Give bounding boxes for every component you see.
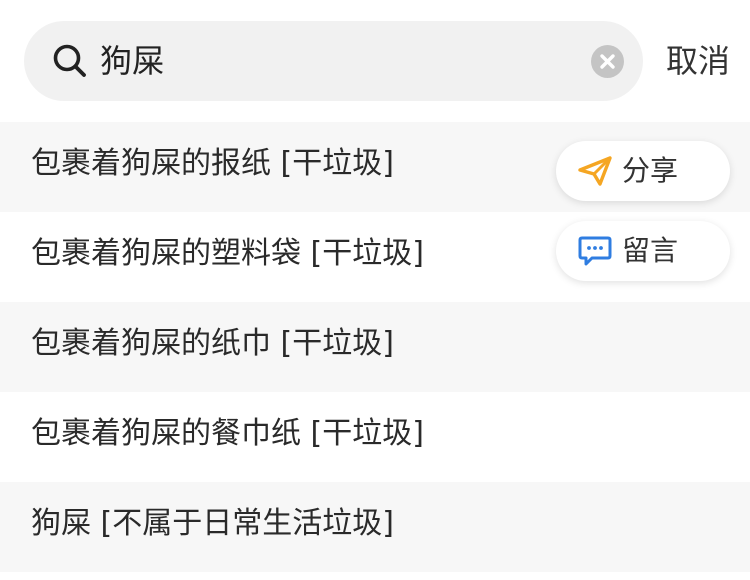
list-item[interactable]: 狗屎 [不属于日常生活垃圾] [0, 482, 750, 572]
list-item[interactable]: 包裹着狗屎的餐巾纸 [干垃圾] [0, 392, 750, 482]
cancel-button[interactable]: 取消 [656, 21, 740, 101]
search-box[interactable]: 狗屎 [24, 21, 643, 101]
search-header: 狗屎 取消 [0, 0, 750, 122]
clear-icon[interactable] [591, 45, 624, 78]
paper-plane-icon [578, 156, 612, 186]
share-button[interactable]: 分享 [556, 141, 730, 201]
list-item[interactable]: 包裹着狗屎的纸巾 [干垃圾] [0, 302, 750, 392]
comment-label: 留言 [622, 234, 679, 267]
comment-button[interactable]: 留言 [556, 221, 730, 281]
chat-bubble-icon [578, 236, 612, 266]
search-input[interactable]: 狗屎 [100, 21, 164, 101]
share-label: 分享 [622, 154, 679, 187]
search-icon [53, 44, 86, 77]
